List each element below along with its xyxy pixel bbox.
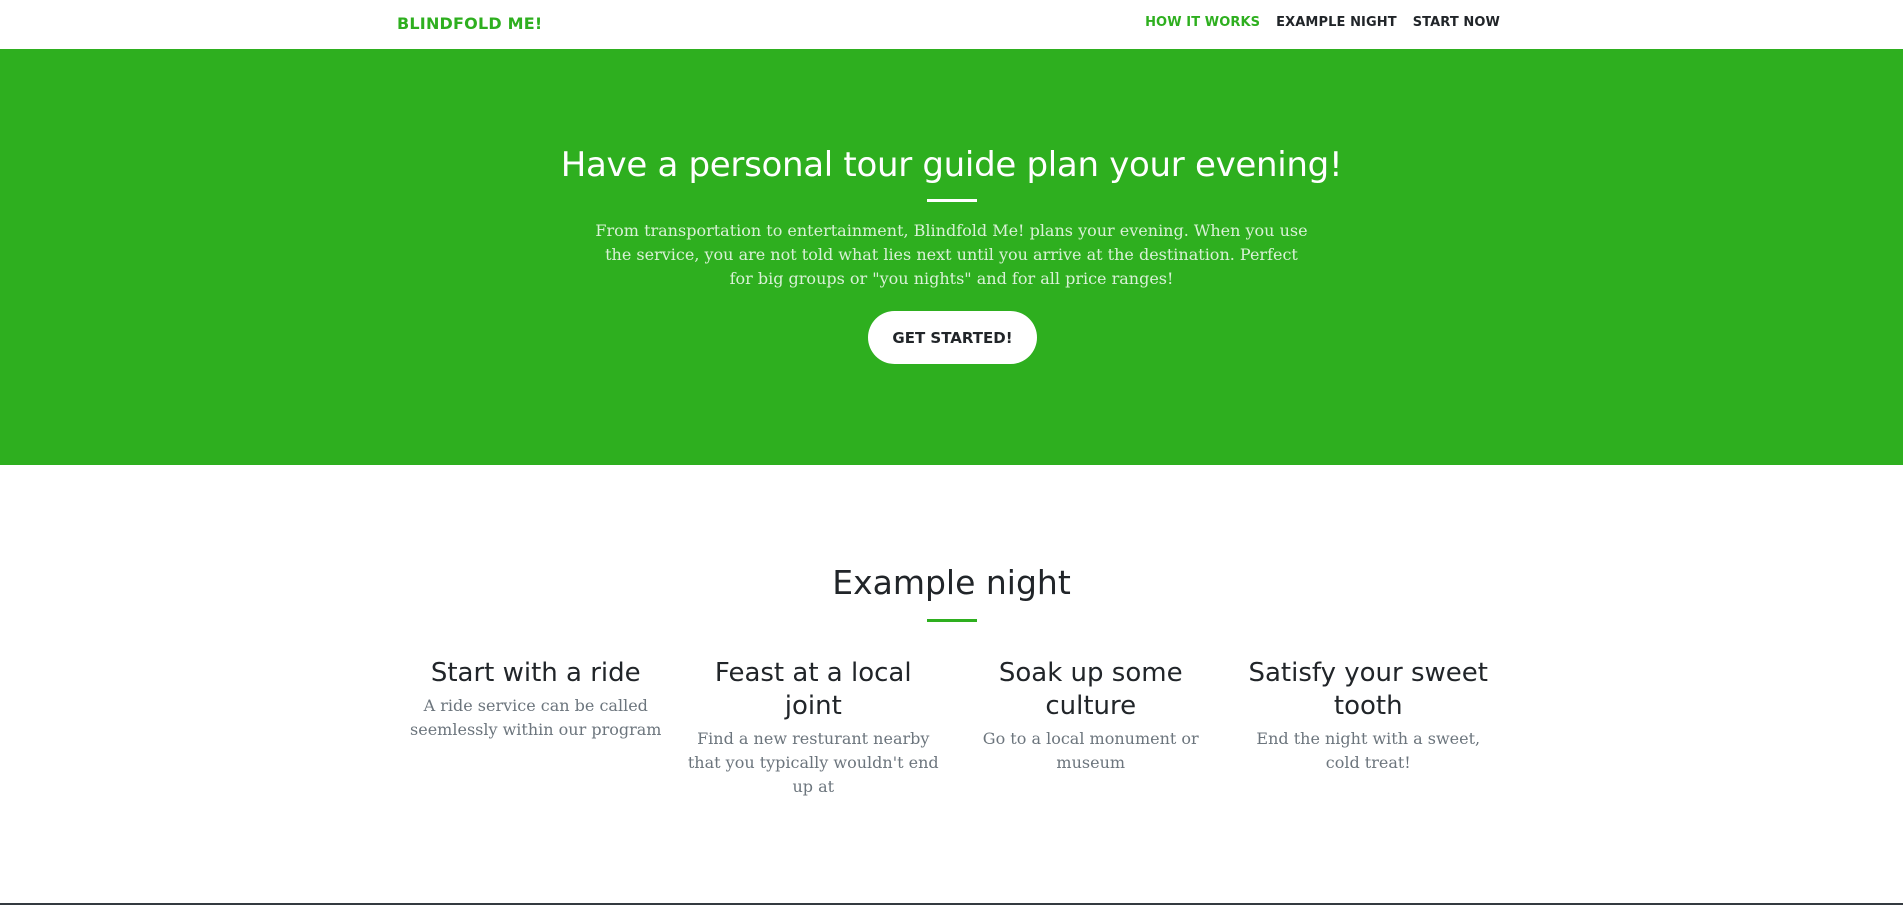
nav-links: HOW IT WORKS EXAMPLE NIGHT START NOW xyxy=(1145,15,1500,30)
feature-title: Soak up some culture xyxy=(998,658,1183,721)
feature-text: End the night with a sweet, cold treat! xyxy=(1256,729,1481,772)
feature-text: Go to a local monument or museum xyxy=(982,729,1199,772)
feature-title: Start with a ride xyxy=(430,658,641,688)
example-divider xyxy=(927,619,977,622)
feature-culture: Soak up some culture Go to a local monum… xyxy=(952,657,1230,799)
hero-title: Have a personal tour guide plan your eve… xyxy=(560,145,1343,185)
feature-ride: Start with a ride A ride service can be … xyxy=(397,657,675,799)
get-started-button[interactable]: GET STARTED! xyxy=(868,311,1037,364)
hero-section: Have a personal tour guide plan your eve… xyxy=(0,49,1903,465)
example-night-section: Example night Start with a ride A ride s… xyxy=(0,465,1903,905)
feature-title: Satisfy your sweet tooth xyxy=(1248,658,1488,721)
navbar: BLINDFOLD ME! HOW IT WORKS EXAMPLE NIGHT… xyxy=(0,0,1903,49)
brand-logo[interactable]: BLINDFOLD ME! xyxy=(397,14,542,33)
feature-text: Find a new resturant nearby that you typ… xyxy=(687,729,939,796)
feature-feast: Feast at a local joint Find a new restur… xyxy=(675,657,953,799)
feature-list: Start with a ride A ride service can be … xyxy=(397,657,1507,799)
feature-title: Feast at a local joint xyxy=(714,658,912,721)
nav-link-example-night[interactable]: EXAMPLE NIGHT xyxy=(1276,15,1397,30)
feature-text: A ride service can be called seemlessly … xyxy=(410,696,662,739)
feature-sweet: Satisfy your sweet tooth End the night w… xyxy=(1230,657,1508,799)
nav-link-start-now[interactable]: START NOW xyxy=(1413,15,1500,30)
hero-description: From transportation to entertainment, Bl… xyxy=(595,221,1308,288)
hero-divider xyxy=(927,199,977,202)
example-title: Example night xyxy=(832,563,1071,602)
nav-link-how-it-works[interactable]: HOW IT WORKS xyxy=(1145,15,1260,30)
